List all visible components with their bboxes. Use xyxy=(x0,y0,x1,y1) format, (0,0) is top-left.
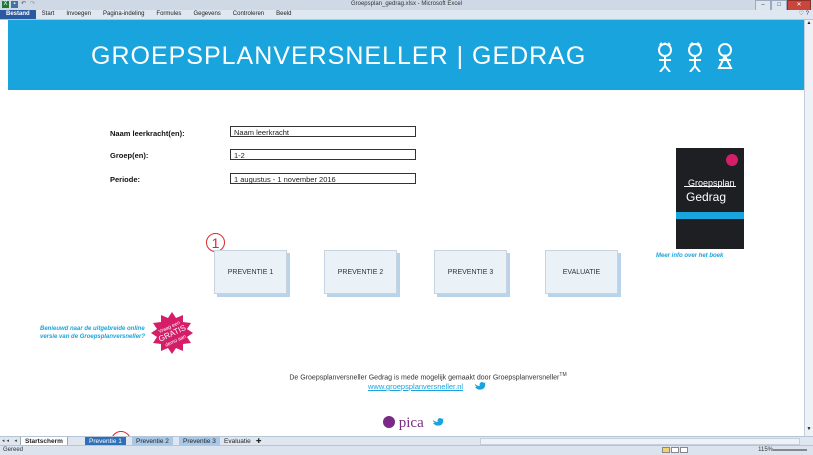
evaluatie-button[interactable]: EVALUATIE xyxy=(545,250,618,294)
tab-gegevens[interactable]: Gegevens xyxy=(187,10,226,19)
tab-bestand[interactable]: Bestand xyxy=(0,10,36,19)
tab-start[interactable]: Start xyxy=(36,10,61,19)
preventie-3-button[interactable]: PREVENTIE 3 xyxy=(434,250,507,294)
window-title: Groepsplan_gedrag.xlsx - Microsoft Excel xyxy=(350,1,463,7)
book-title-line1: Groepsplan xyxy=(688,178,735,188)
view-buttons xyxy=(662,447,688,453)
book-cover[interactable]: Groepsplan Gedrag xyxy=(676,148,744,249)
free-demo-seal[interactable]: Vraag een GRATIS demo aan xyxy=(151,312,193,354)
help-icon[interactable]: ♡ ? xyxy=(799,10,809,17)
promo-line-2: versie van de Groepsplanversneller? xyxy=(40,334,146,340)
period-label: Periode: xyxy=(110,175,141,184)
tab-invoegen[interactable]: Invoegen xyxy=(60,10,97,19)
banner-title: GROEPSPLANVERSNELLER | GEDRAG xyxy=(91,42,587,70)
tab-controleren[interactable]: Controleren xyxy=(227,10,270,19)
horizontal-scrollbar[interactable] xyxy=(480,438,800,445)
preventie-1-button[interactable]: PREVENTIE 1 xyxy=(214,250,287,294)
tab-beeld[interactable]: Beeld xyxy=(270,10,297,19)
credit-line: De Groepsplanversneller Gedrag is mede m… xyxy=(289,374,560,382)
worksheet[interactable]: GROEPSPLANVERSNELLER | GEDRAG Naam leerk… xyxy=(8,20,805,436)
group-label: Groep(en): xyxy=(110,151,149,160)
pica-logo[interactable]: pica xyxy=(383,415,424,432)
group-field[interactable]: 1-2 xyxy=(230,149,416,160)
normal-view-icon[interactable] xyxy=(662,447,670,453)
promo-line-1: Benieuwd naar de uitgebreide online xyxy=(40,326,145,332)
banner: GROEPSPLANVERSNELLER | GEDRAG xyxy=(8,20,804,90)
book-title-line2: Gedrag xyxy=(686,190,727,204)
preventie-2-button[interactable]: PREVENTIE 2 xyxy=(324,250,397,294)
book-badge xyxy=(726,154,738,166)
children-illustration-icon xyxy=(658,42,733,72)
page-layout-view-icon[interactable] xyxy=(671,447,679,453)
book-stripe xyxy=(676,212,744,219)
website-link[interactable]: www.groepsplanversneller.nl xyxy=(368,382,463,391)
vertical-scrollbar[interactable]: ▲ ▼ xyxy=(804,20,813,436)
trademark: TM xyxy=(559,372,567,378)
tab-formules[interactable]: Formules xyxy=(150,10,187,19)
teacher-label: Naam leerkracht(en): xyxy=(110,129,185,138)
tab-pagina-indeling[interactable]: Pagina-indeling xyxy=(97,10,150,19)
twitter-bird-icon-2[interactable] xyxy=(433,418,444,427)
scroll-down-icon[interactable]: ▼ xyxy=(805,426,813,436)
pica-text: pica xyxy=(398,415,424,431)
book-info-link[interactable]: Meer info over het boek xyxy=(656,253,723,259)
credit-text: De Groepsplanversneller Gedrag is mede m… xyxy=(248,372,608,381)
twitter-bird-icon[interactable] xyxy=(475,382,486,391)
teacher-field[interactable]: Naam leerkracht xyxy=(230,126,416,137)
scroll-up-icon[interactable]: ▲ xyxy=(805,20,813,30)
ribbon-tabs: Bestand Start Invoegen Pagina-indeling F… xyxy=(0,10,813,20)
zoom-slider[interactable] xyxy=(773,449,807,451)
page-break-view-icon[interactable] xyxy=(680,447,688,453)
pica-mark-icon xyxy=(383,416,395,428)
period-field[interactable]: 1 augustus - 1 november 2016 xyxy=(230,173,416,184)
promo-text[interactable]: Benieuwd naar de uitgebreide online vers… xyxy=(40,325,145,341)
